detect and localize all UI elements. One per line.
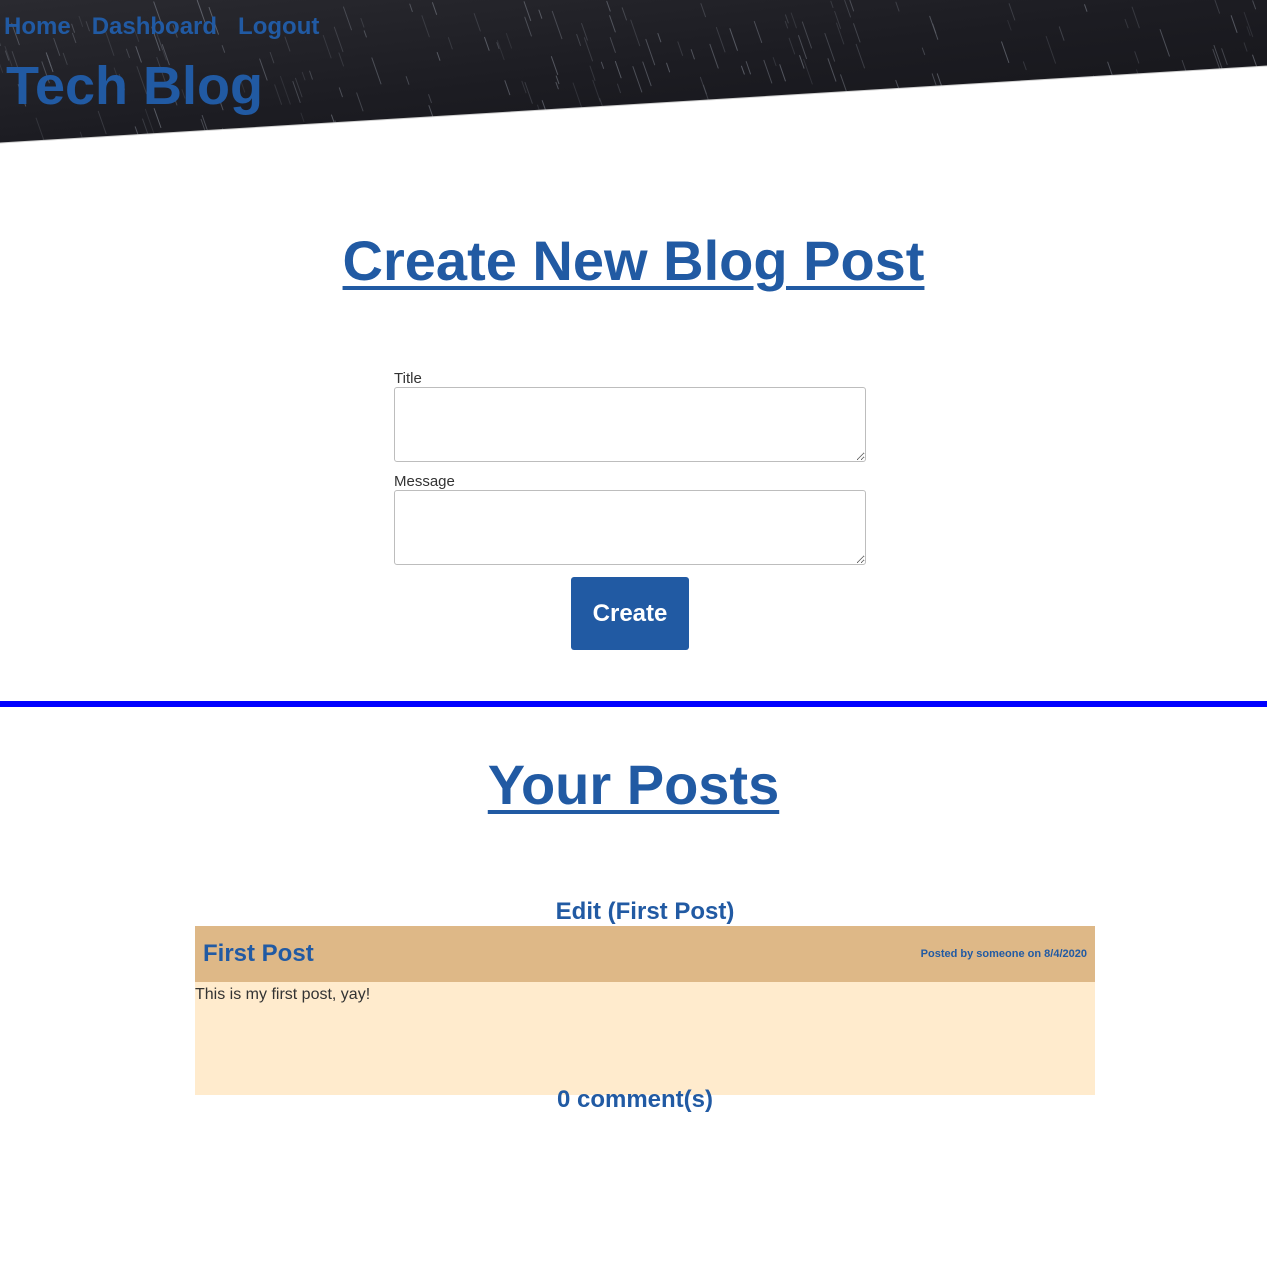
create-button[interactable]: Create — [571, 577, 689, 650]
comments-link[interactable]: 0 comment(s) — [195, 1085, 1075, 1115]
site-header: Home Dashboard Logout Tech Blog — [0, 0, 1267, 145]
post-header: First Post Posted by someone on 8/4/2020 — [195, 926, 1095, 982]
post-meta: Posted by someone on 8/4/2020 — [921, 947, 1087, 961]
nav-logout-link[interactable]: Logout — [238, 12, 319, 42]
post-meta-on: on — [1027, 948, 1042, 960]
nav-dashboard-link[interactable]: Dashboard — [92, 12, 217, 42]
your-posts-heading: Your Posts — [487, 753, 780, 816]
post-card: First Post Posted by someone on 8/4/2020… — [195, 926, 1095, 1095]
post-author: someone — [976, 948, 1025, 960]
post-title: First Post — [203, 940, 314, 967]
post-meta-prefix: Posted by — [920, 948, 974, 960]
new-post-form: Title Message — [394, 370, 866, 576]
edit-post-link[interactable]: Edit (First Post) — [195, 897, 1095, 927]
section-divider — [0, 701, 1267, 707]
post-body: This is my first post, yay! — [195, 986, 371, 1003]
site-title: Tech Blog — [6, 56, 264, 116]
message-input[interactable] — [394, 490, 866, 565]
main-nav: Home Dashboard Logout — [4, 12, 340, 42]
post-date: 8/4/2020 — [1044, 948, 1087, 960]
title-label: Title — [394, 370, 422, 387]
create-post-heading: Create New Blog Post — [342, 229, 925, 292]
nav-home-link[interactable]: Home — [4, 12, 71, 42]
message-label: Message — [394, 473, 455, 490]
title-input[interactable] — [394, 387, 866, 462]
